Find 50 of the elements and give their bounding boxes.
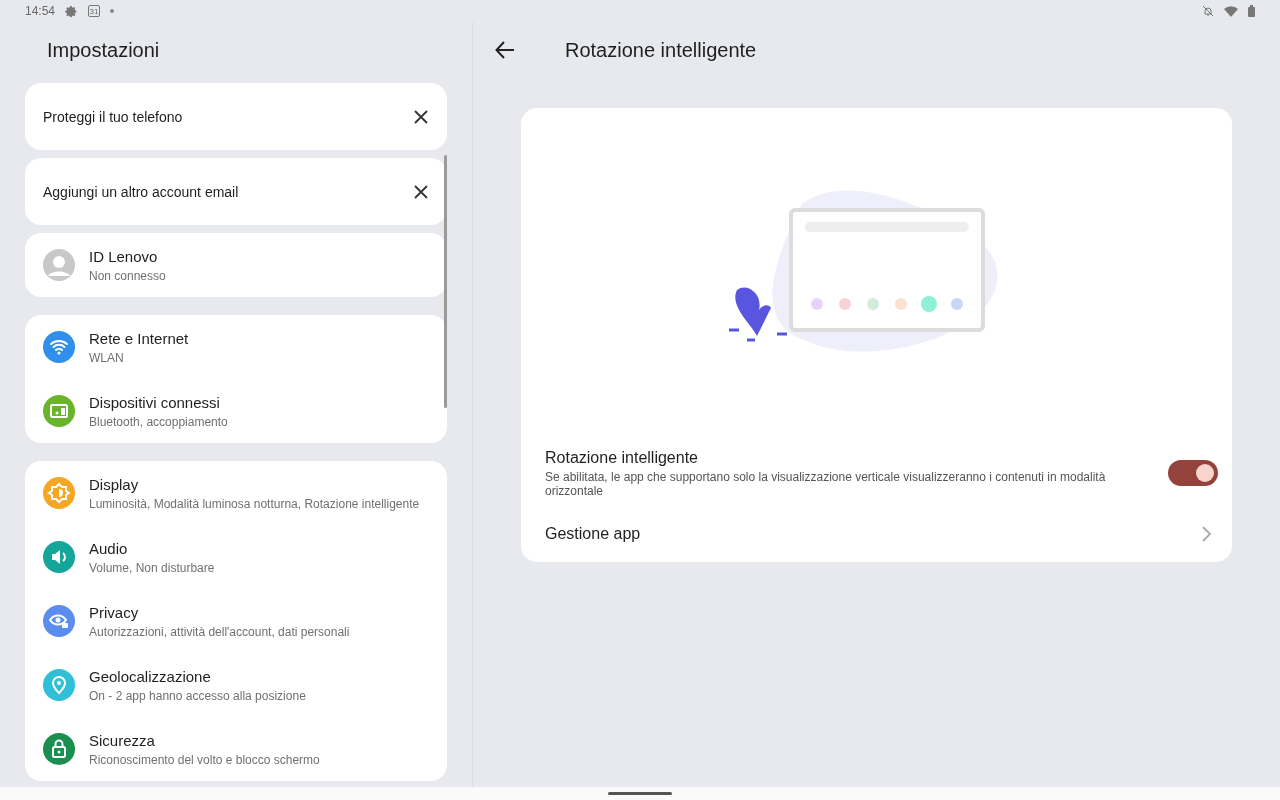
item-title: Sicurezza [89,730,156,750]
item-subtitle: Non connesso [89,267,166,284]
bell-off-icon [1202,5,1214,17]
close-button[interactable] [413,183,429,200]
settings-item[interactable]: Dispositivi connessi Bluetooth, accoppiamento [25,379,447,443]
item-title: Rete e Internet [89,328,189,348]
clock-time: 14:54 [25,4,56,18]
battery-icon [1248,5,1255,17]
item-subtitle: WLAN [89,349,125,366]
item-subtitle: On - 2 app hanno accesso alla posizione [89,687,306,704]
suggestion-text: Proteggi il tuo telefono [43,108,184,125]
item-subtitle: Volume, Non disturbare [89,559,215,576]
settings-icon [65,4,79,18]
item-title: Dispositivi connessi [89,392,221,412]
item-title: Geolocalizzazione [89,666,212,686]
item-subtitle: Riconoscimento del volto e blocco schermo [89,751,320,768]
item-subtitle: Luminosità, Modalità luminosa notturna, Rotazione intelligente [89,495,420,512]
item-subtitle: Bluetooth, accoppiamento [89,413,228,430]
close-button[interactable] [413,108,429,125]
item-subtitle: Autorizzazioni, attività dell'account, dati personali [89,623,350,640]
item-title: Audio [89,538,129,558]
setting-title: Rotazione intelligente [545,448,699,468]
settings-item[interactable]: ID Lenovo Non connesso [25,233,447,297]
calendar-icon: 31 [88,5,101,17]
toggle-switch[interactable] [1168,460,1218,486]
chevron-right-icon [1202,526,1212,542]
navigation-handle[interactable] [608,792,672,795]
close-icon [413,108,429,125]
settings-item[interactable]: Display Luminosità, Modalità luminosa notturna, Rotazione intelligente [25,461,447,525]
item-title: ID Lenovo [89,246,159,266]
settings-item[interactable]: Rete e Internet WLAN [25,315,447,379]
page-title: Rotazione intelligente [565,38,757,62]
settings-item[interactable]: Audio Volume, Non disturbare [25,525,447,589]
wifi-signal-icon [1224,5,1238,17]
suggestion-card[interactable]: Aggiungi un altro account email [25,158,447,225]
setting-description: Se abilitata, le app che supportano solo la visualizzazione verticale visualizzeranno i contenuti in modalità orizzontale [545,470,1107,498]
settings-item[interactable]: Privacy Autorizzazioni, attività dell'account, dati personali [25,589,447,653]
item-title: Gestione app [545,525,641,543]
dot-icon [110,9,115,13]
back-arrow-icon [495,41,515,59]
item-title: Privacy [89,602,140,622]
item-title: Display [89,474,140,494]
manage-apps-item[interactable]: Gestione app [521,510,1232,558]
settings-item[interactable]: Sicurezza Riconoscimento del volto e blocco schermo [25,717,447,781]
suggestion-text: Aggiungi un altro account email [43,183,240,200]
page-title: Impostazioni [47,38,161,63]
suggestion-card[interactable]: Proteggi il tuo telefono [25,83,447,150]
back-button[interactable] [495,41,515,59]
settings-item[interactable]: Geolocalizzazione On - 2 app hanno accesso alla posizione [25,653,447,717]
close-icon [413,183,429,200]
